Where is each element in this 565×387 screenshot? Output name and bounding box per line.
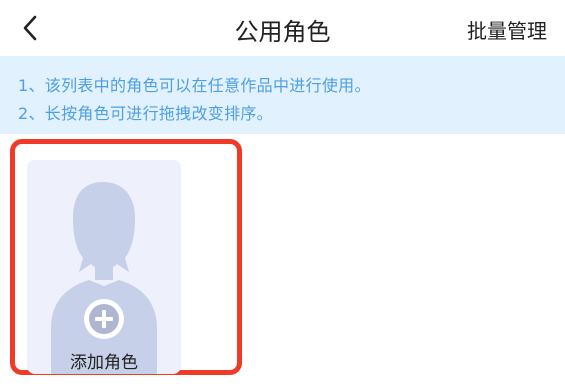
highlight-frame: 添加角色 bbox=[10, 139, 242, 375]
add-character-label: 添加角色 bbox=[70, 353, 138, 373]
notice-banner: 1、该列表中的角色可以在任意作品中进行使用。 2、长按角色可进行拖拽改变排序。 bbox=[0, 56, 565, 134]
character-silhouette-icon bbox=[51, 182, 157, 374]
add-character-card[interactable]: 添加角色 bbox=[27, 160, 181, 374]
header-bar: 公用角色 批量管理 bbox=[0, 0, 565, 56]
notice-line-2: 2、长按角色可进行拖拽改变排序。 bbox=[18, 104, 273, 123]
batch-manage-button[interactable]: 批量管理 bbox=[467, 15, 547, 44]
notice-line-1: 1、该列表中的角色可以在任意作品中进行使用。 bbox=[18, 76, 371, 95]
plus-circle-icon[interactable] bbox=[82, 297, 126, 341]
